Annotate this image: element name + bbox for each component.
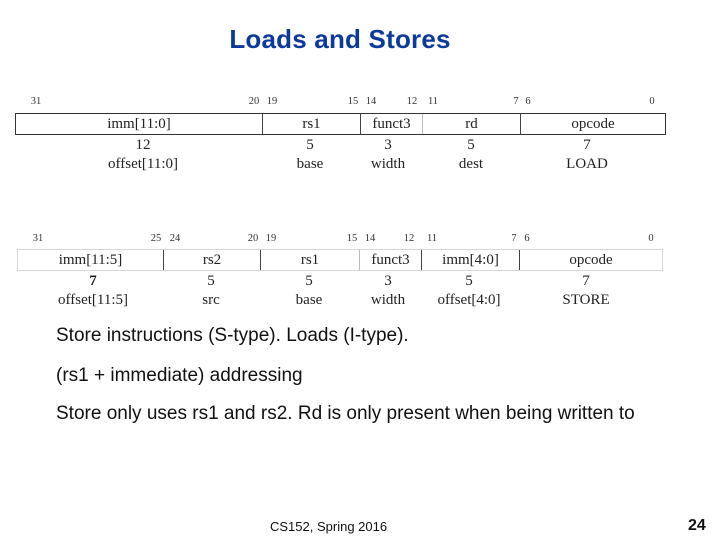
bit-label: 6 — [524, 233, 530, 244]
field-meaning-label: base — [295, 292, 323, 308]
field-width-label: 5 — [465, 273, 473, 289]
field-width-label: 7 — [583, 137, 591, 153]
field-rs2: rs2 — [202, 251, 222, 268]
field-meaning-label: width — [370, 292, 406, 308]
field-funct3: funct3 — [371, 251, 410, 268]
store-instruction-box: imm[11:5] rs2 rs1 funct3 imm[4:0] opcode — [17, 249, 663, 271]
field-opcode: opcode — [569, 251, 613, 268]
field-imm-low: imm[4:0] — [442, 251, 499, 268]
slide-title: Loads and Stores — [229, 24, 451, 54]
bit-label: 11 — [426, 233, 438, 244]
bit-label: 7 — [511, 233, 517, 244]
bit-label: 19 — [266, 96, 278, 107]
field-meaning-label: offset[4:0] — [437, 292, 501, 308]
bit-label: 20 — [248, 96, 260, 107]
field-width-label: 5 — [207, 273, 215, 289]
bit-label: 11 — [427, 96, 439, 107]
bit-label: 31 — [32, 233, 44, 244]
bit-label: 31 — [30, 96, 42, 107]
field-meaning-label: base — [296, 156, 324, 172]
field-meaning-label: offset[11:0] — [108, 156, 178, 172]
bit-label: 6 — [525, 96, 531, 107]
field-meaning-label: LOAD — [566, 156, 608, 172]
bit-label: 19 — [265, 233, 277, 244]
field-width-label: 5 — [467, 137, 475, 153]
bit-label: 24 — [169, 233, 181, 244]
bit-label: 14 — [364, 233, 376, 244]
bit-label: 25 — [150, 233, 162, 244]
field-meaning-label: width — [370, 156, 406, 172]
field-width-label: 5 — [306, 137, 314, 153]
field-width-label: 7 — [582, 273, 590, 289]
field-imm-high: imm[11:5] — [58, 251, 123, 268]
bit-label: 0 — [649, 96, 655, 107]
field-opcode: opcode — [571, 115, 615, 132]
bit-label: 15 — [347, 96, 359, 107]
bit-label: 20 — [247, 233, 259, 244]
field-funct3: funct3 — [372, 115, 411, 132]
field-rs1: rs1 — [302, 115, 321, 132]
field-imm: imm[11:0] — [107, 115, 171, 132]
field-rd: rd — [465, 115, 478, 132]
field-meaning-label: src — [202, 292, 220, 308]
slide-footer: CS152, Spring 2016 — [270, 519, 388, 534]
load-instruction-box: imm[11:0] rs1 funct3 rd opcode — [15, 113, 666, 135]
bit-label: 0 — [648, 233, 654, 244]
bullet-text: Store only uses rs1 and rs2. Rd is only … — [56, 403, 635, 424]
field-rs1: rs1 — [300, 251, 320, 268]
bit-label: 7 — [513, 96, 519, 107]
bit-label: 12 — [406, 96, 418, 107]
field-width-label: 3 — [384, 273, 392, 289]
field-width-label: 5 — [305, 273, 313, 289]
field-width-label: 7 — [89, 273, 97, 289]
bit-label: 14 — [365, 96, 377, 107]
field-meaning-label: STORE — [562, 292, 610, 308]
field-width-label: 12 — [135, 137, 151, 153]
field-meaning-label: offset[11:5] — [58, 292, 128, 308]
bit-label: 15 — [346, 233, 358, 244]
bullet-text: (rs1 + immediate) addressing — [56, 365, 303, 386]
field-meaning-label: dest — [458, 156, 484, 172]
bit-label: 12 — [403, 233, 415, 244]
page-number: 24 — [688, 517, 706, 534]
bullet-text: Store instructions (S-type). Loads (I-ty… — [56, 325, 409, 346]
field-width-label: 3 — [384, 137, 392, 153]
